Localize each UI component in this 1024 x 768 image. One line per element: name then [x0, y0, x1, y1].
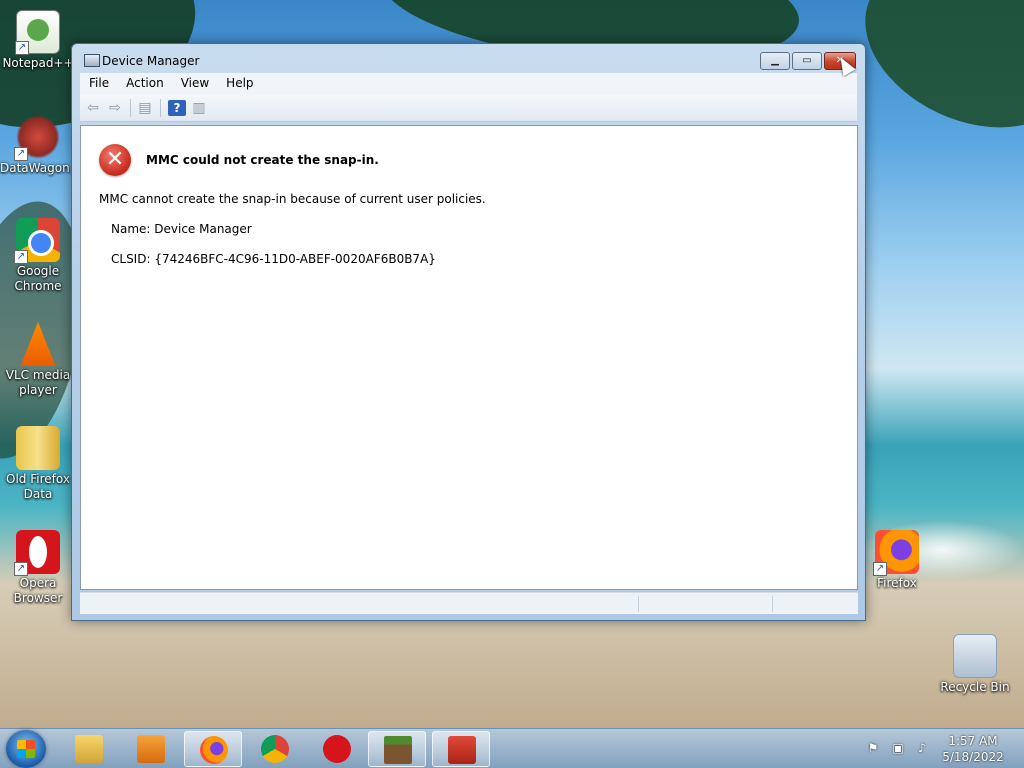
forward-arrow-icon[interactable]: ⇨	[106, 100, 124, 116]
desktop-icon-label: Opera Browser	[13, 576, 63, 605]
opera-icon: ↗	[14, 530, 60, 576]
shortcut-arrow-icon: ↗	[14, 562, 28, 576]
minimize-button[interactable]: ▁	[760, 52, 790, 70]
desktop-icon-recycle-bin[interactable]: Recycle Bin	[937, 634, 1013, 695]
desktop: { "desktop": { "icons": [ {"label": "Not…	[0, 0, 1024, 768]
help-icon[interactable]: ?	[168, 100, 186, 116]
menu-help[interactable]: Help	[217, 73, 261, 90]
menu-view[interactable]: View	[172, 73, 217, 90]
shortcut-arrow-icon: ↗	[14, 250, 28, 264]
toolbox-icon	[448, 736, 476, 764]
network-icon[interactable]: ▣	[891, 741, 905, 755]
desktop-icon-label: Notepad++	[2, 56, 74, 70]
desktop-icon-label: Google Chrome	[14, 264, 62, 293]
desktop-icon-google-chrome[interactable]: ↗ Google Chrome	[0, 218, 76, 294]
chrome-icon: ↗	[14, 218, 60, 264]
shortcut-arrow-icon: ↗	[873, 562, 887, 576]
menu-action[interactable]: Action	[117, 73, 172, 90]
status-bar-separator	[772, 596, 773, 612]
desktop-icon-label: Firefox	[877, 576, 917, 590]
error-snapin-clsid: CLSID: {74246BFC-4C96-11D0-ABEF-0020AF6B…	[111, 252, 436, 266]
toolbar: ⇦ ⇨ ▤ ? ▥	[80, 95, 857, 122]
start-button[interactable]	[6, 730, 46, 768]
taskbar: ⚑ ▣ ♪ 1:57 AM 5/18/2022	[0, 728, 1024, 768]
show-hide-console-tree-icon[interactable]: ▤	[136, 100, 154, 116]
window-title: Device Manager	[102, 54, 200, 68]
taskbar-app-device-manager[interactable]	[432, 731, 490, 767]
shortcut-arrow-icon: ↗	[15, 41, 29, 55]
firefox-icon	[200, 736, 228, 764]
chrome-icon	[261, 735, 289, 763]
datawagon-icon: ↗	[14, 115, 60, 161]
error-title: MMC could not create the snap-in.	[146, 153, 379, 167]
error-snapin-name: Name: Device Manager	[111, 222, 252, 236]
shortcut-arrow-icon: ↗	[14, 147, 28, 161]
taskbar-app-media-player[interactable]	[122, 731, 180, 767]
desktop-icon-label: Recycle Bin	[940, 680, 1010, 694]
opera-icon	[323, 735, 351, 763]
media-player-icon	[137, 735, 165, 763]
palm-leaves-decoration	[838, 0, 1024, 160]
desktop-icon-label: VLC media player	[5, 368, 71, 397]
volume-icon[interactable]: ♪	[915, 741, 929, 755]
clock-date: 5/18/2022	[942, 750, 1004, 764]
clock-time: 1:57 AM	[948, 734, 998, 748]
minecraft-icon	[384, 736, 412, 764]
device-manager-icon	[84, 54, 100, 67]
toolbar-separator	[160, 99, 161, 117]
maximize-button[interactable]: ▭	[792, 52, 822, 70]
error-message: MMC cannot create the snap-in because of…	[99, 192, 486, 206]
desktop-icon-old-firefox-data[interactable]: Old Firefox Data	[0, 426, 76, 502]
back-arrow-icon[interactable]: ⇦	[84, 100, 102, 116]
folder-icon	[16, 426, 60, 470]
taskbar-app-opera[interactable]	[308, 731, 366, 767]
desktop-icon-notepad-plus-plus[interactable]: ↗ Notepad++	[0, 10, 76, 71]
explorer-icon	[75, 735, 103, 763]
notepad-plus-plus-icon: ↗	[15, 10, 60, 55]
desktop-icon-opera[interactable]: ↗ Opera Browser	[0, 530, 76, 606]
desktop-icon-datawagon[interactable]: ↗ DataWagon...	[0, 115, 82, 176]
taskbar-app-minecraft[interactable]	[368, 731, 426, 767]
menu-file[interactable]: File	[80, 73, 117, 90]
taskbar-app-explorer[interactable]	[60, 731, 118, 767]
menu-bar: File Action View Help	[80, 73, 857, 95]
status-bar	[80, 592, 858, 614]
desktop-icon-label: DataWagon...	[0, 161, 82, 175]
vlc-icon	[20, 322, 56, 366]
title-bar[interactable]: Device Manager ▁ ▭ ✕	[72, 44, 865, 76]
toolbar-separator	[130, 99, 131, 117]
system-clock[interactable]: 1:57 AM 5/18/2022	[940, 733, 1006, 765]
taskbar-app-firefox[interactable]	[184, 731, 242, 767]
status-bar-separator	[638, 596, 639, 612]
desktop-icon-firefox[interactable]: ↗ Firefox	[859, 530, 935, 591]
error-icon: ✕	[99, 144, 131, 176]
device-manager-window: Device Manager ▁ ▭ ✕ File Action View Help …	[71, 43, 866, 621]
firefox-icon: ↗	[873, 530, 919, 576]
action-center-flag-icon[interactable]: ⚑	[866, 741, 880, 755]
recycle-bin-icon	[953, 634, 997, 678]
desktop-icon-vlc[interactable]: VLC media player	[0, 322, 76, 398]
desktop-icon-label: Old Firefox Data	[6, 472, 70, 501]
snap-in-error-pane: ✕ MMC could not create the snap-in. MMC …	[80, 125, 858, 590]
show-hide-action-pane-icon[interactable]: ▥	[190, 100, 208, 116]
taskbar-app-chrome[interactable]	[246, 731, 304, 767]
